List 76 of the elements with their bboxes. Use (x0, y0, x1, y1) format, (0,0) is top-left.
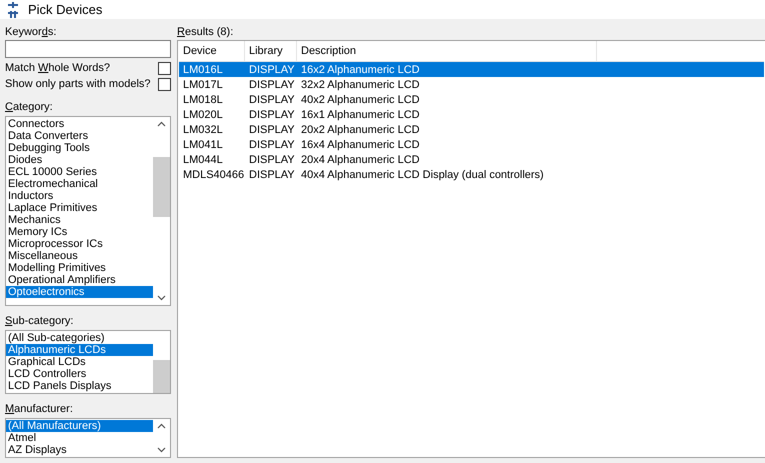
table-cell-text: 20x2 Alphanumeric LCD (300, 124, 421, 136)
table-row[interactable]: LM041L DISPLAY 16x4 Alphanumeric LCD (179, 137, 764, 152)
table-row[interactable]: LM020L DISPLAY 16x1 Alphanumeric LCD (179, 107, 764, 122)
list-item[interactable]: Microprocessor ICs (6, 238, 153, 250)
list-item[interactable]: (All Manufacturers) (6, 420, 153, 432)
option-label: Show only parts with models? (5, 78, 151, 90)
table-cell-text: DISPLAY (248, 154, 296, 166)
table-cell-text: LM017L (182, 78, 224, 90)
manufacturer-label: Manufacturer: (5, 402, 74, 416)
column-header[interactable]: Device (179, 41, 245, 61)
table-cell-text: 16x4 Alphanumeric LCD (300, 138, 421, 150)
list-item[interactable]: Debugging Tools (6, 142, 153, 154)
table-cell-text: DISPLAY (248, 138, 296, 150)
table-cell-text: 40x2 Alphanumeric LCD (300, 94, 421, 106)
keywords-field[interactable] (5, 40, 171, 58)
scrollbar-thumb[interactable] (153, 360, 170, 393)
list-item[interactable]: Miscellaneous (6, 250, 153, 262)
results-label: Results (8): (177, 25, 234, 39)
list-item[interactable]: Diodes (6, 154, 153, 166)
list-item[interactable]: ECL 10000 Series (6, 166, 153, 178)
checkbox[interactable] (158, 78, 171, 90)
table-row[interactable]: LM016L DISPLAY 16x2 Alphanumeric LCD (179, 62, 764, 77)
table-cell-text: DISPLAY (248, 78, 296, 90)
table-row[interactable]: LM017L DISPLAY 32x2 Alphanumeric LCD (179, 77, 764, 92)
table-cell-text: MDLS40466 (182, 168, 245, 180)
table-cell-text: DISPLAY (248, 124, 296, 136)
list-item[interactable]: Alphanumeric LCDs (6, 344, 153, 356)
table-cell-text: LM032L (182, 124, 224, 136)
scrollbar-thumb[interactable] (153, 157, 170, 217)
table-cell-text: LM018L (182, 94, 224, 106)
table-row[interactable]: LM032L DISPLAY 20x2 Alphanumeric LCD (179, 122, 764, 137)
table-cell-text: LM041L (182, 138, 224, 150)
table-row[interactable]: LM018L DISPLAY 40x2 Alphanumeric LCD (179, 92, 764, 107)
list-item[interactable]: LCD Controllers (6, 368, 153, 380)
list-item[interactable]: Laplace Primitives (6, 202, 153, 214)
list-item[interactable]: (All Sub-categories) (6, 332, 153, 344)
subcategory-label: Sub-category: (5, 314, 74, 328)
list-item[interactable]: LCD Panels Displays (6, 380, 153, 392)
table-cell-text: 40x4 Alphanumeric LCD Display (dual controllers) (300, 168, 545, 180)
list-item[interactable]: Operational Amplifiers (6, 274, 153, 286)
list-item[interactable]: Optoelectronics (6, 286, 153, 298)
list-item[interactable]: AZ Displays (6, 444, 153, 456)
keywords-label: Keywords: (5, 25, 58, 39)
column-header[interactable]: Library (245, 41, 297, 61)
table-row[interactable]: LM044L DISPLAY 20x4 Alphanumeric LCD (179, 152, 764, 167)
list-item[interactable]: Memory ICs (6, 226, 153, 238)
table-cell-text: DISPLAY (248, 108, 296, 120)
scroll-down-icon[interactable] (157, 295, 166, 301)
table-cell-text: 32x2 Alphanumeric LCD (300, 78, 421, 90)
list-item[interactable]: Modelling Primitives (6, 262, 153, 274)
list-item[interactable]: Electromechanical (6, 178, 153, 190)
table-cell-text: LM020L (182, 108, 224, 120)
checkbox[interactable] (158, 62, 171, 74)
window-title: Pick Devices (28, 2, 102, 17)
table-cell-text: 20x4 Alphanumeric LCD (300, 154, 421, 166)
table-cell-text: DISPLAY (248, 94, 296, 106)
list-item[interactable]: Atmel (6, 432, 153, 444)
table-cell-text: DISPLAY (248, 168, 296, 180)
table-cell-text: LM044L (182, 154, 224, 166)
list-item[interactable]: Mechanics (6, 214, 153, 226)
scroll-up-icon[interactable] (157, 423, 166, 429)
list-item[interactable]: Inductors (6, 190, 153, 202)
table-row[interactable]: MDLS40466 DISPLAY 40x4 Alphanumeric LCD Display (dual controllers) (179, 167, 764, 182)
scroll-up-icon[interactable] (157, 121, 166, 127)
table-cell-text: DISPLAY (248, 64, 296, 76)
category-label: Category: (5, 100, 54, 114)
column-header[interactable]: Description (297, 41, 597, 61)
app-icon (6, 2, 20, 18)
list-item[interactable]: Graphical LCDs (6, 356, 153, 368)
list-item[interactable]: Connectors (6, 118, 153, 130)
scroll-down-icon[interactable] (157, 447, 166, 453)
table-cell-text: 16x1 Alphanumeric LCD (300, 108, 421, 120)
table-cell-text: LM016L (182, 64, 224, 76)
table-cell-text: 16x2 Alphanumeric LCD (300, 64, 421, 76)
option-label: Match Whole Words? (5, 62, 110, 74)
list-item[interactable]: Data Converters (6, 130, 153, 142)
